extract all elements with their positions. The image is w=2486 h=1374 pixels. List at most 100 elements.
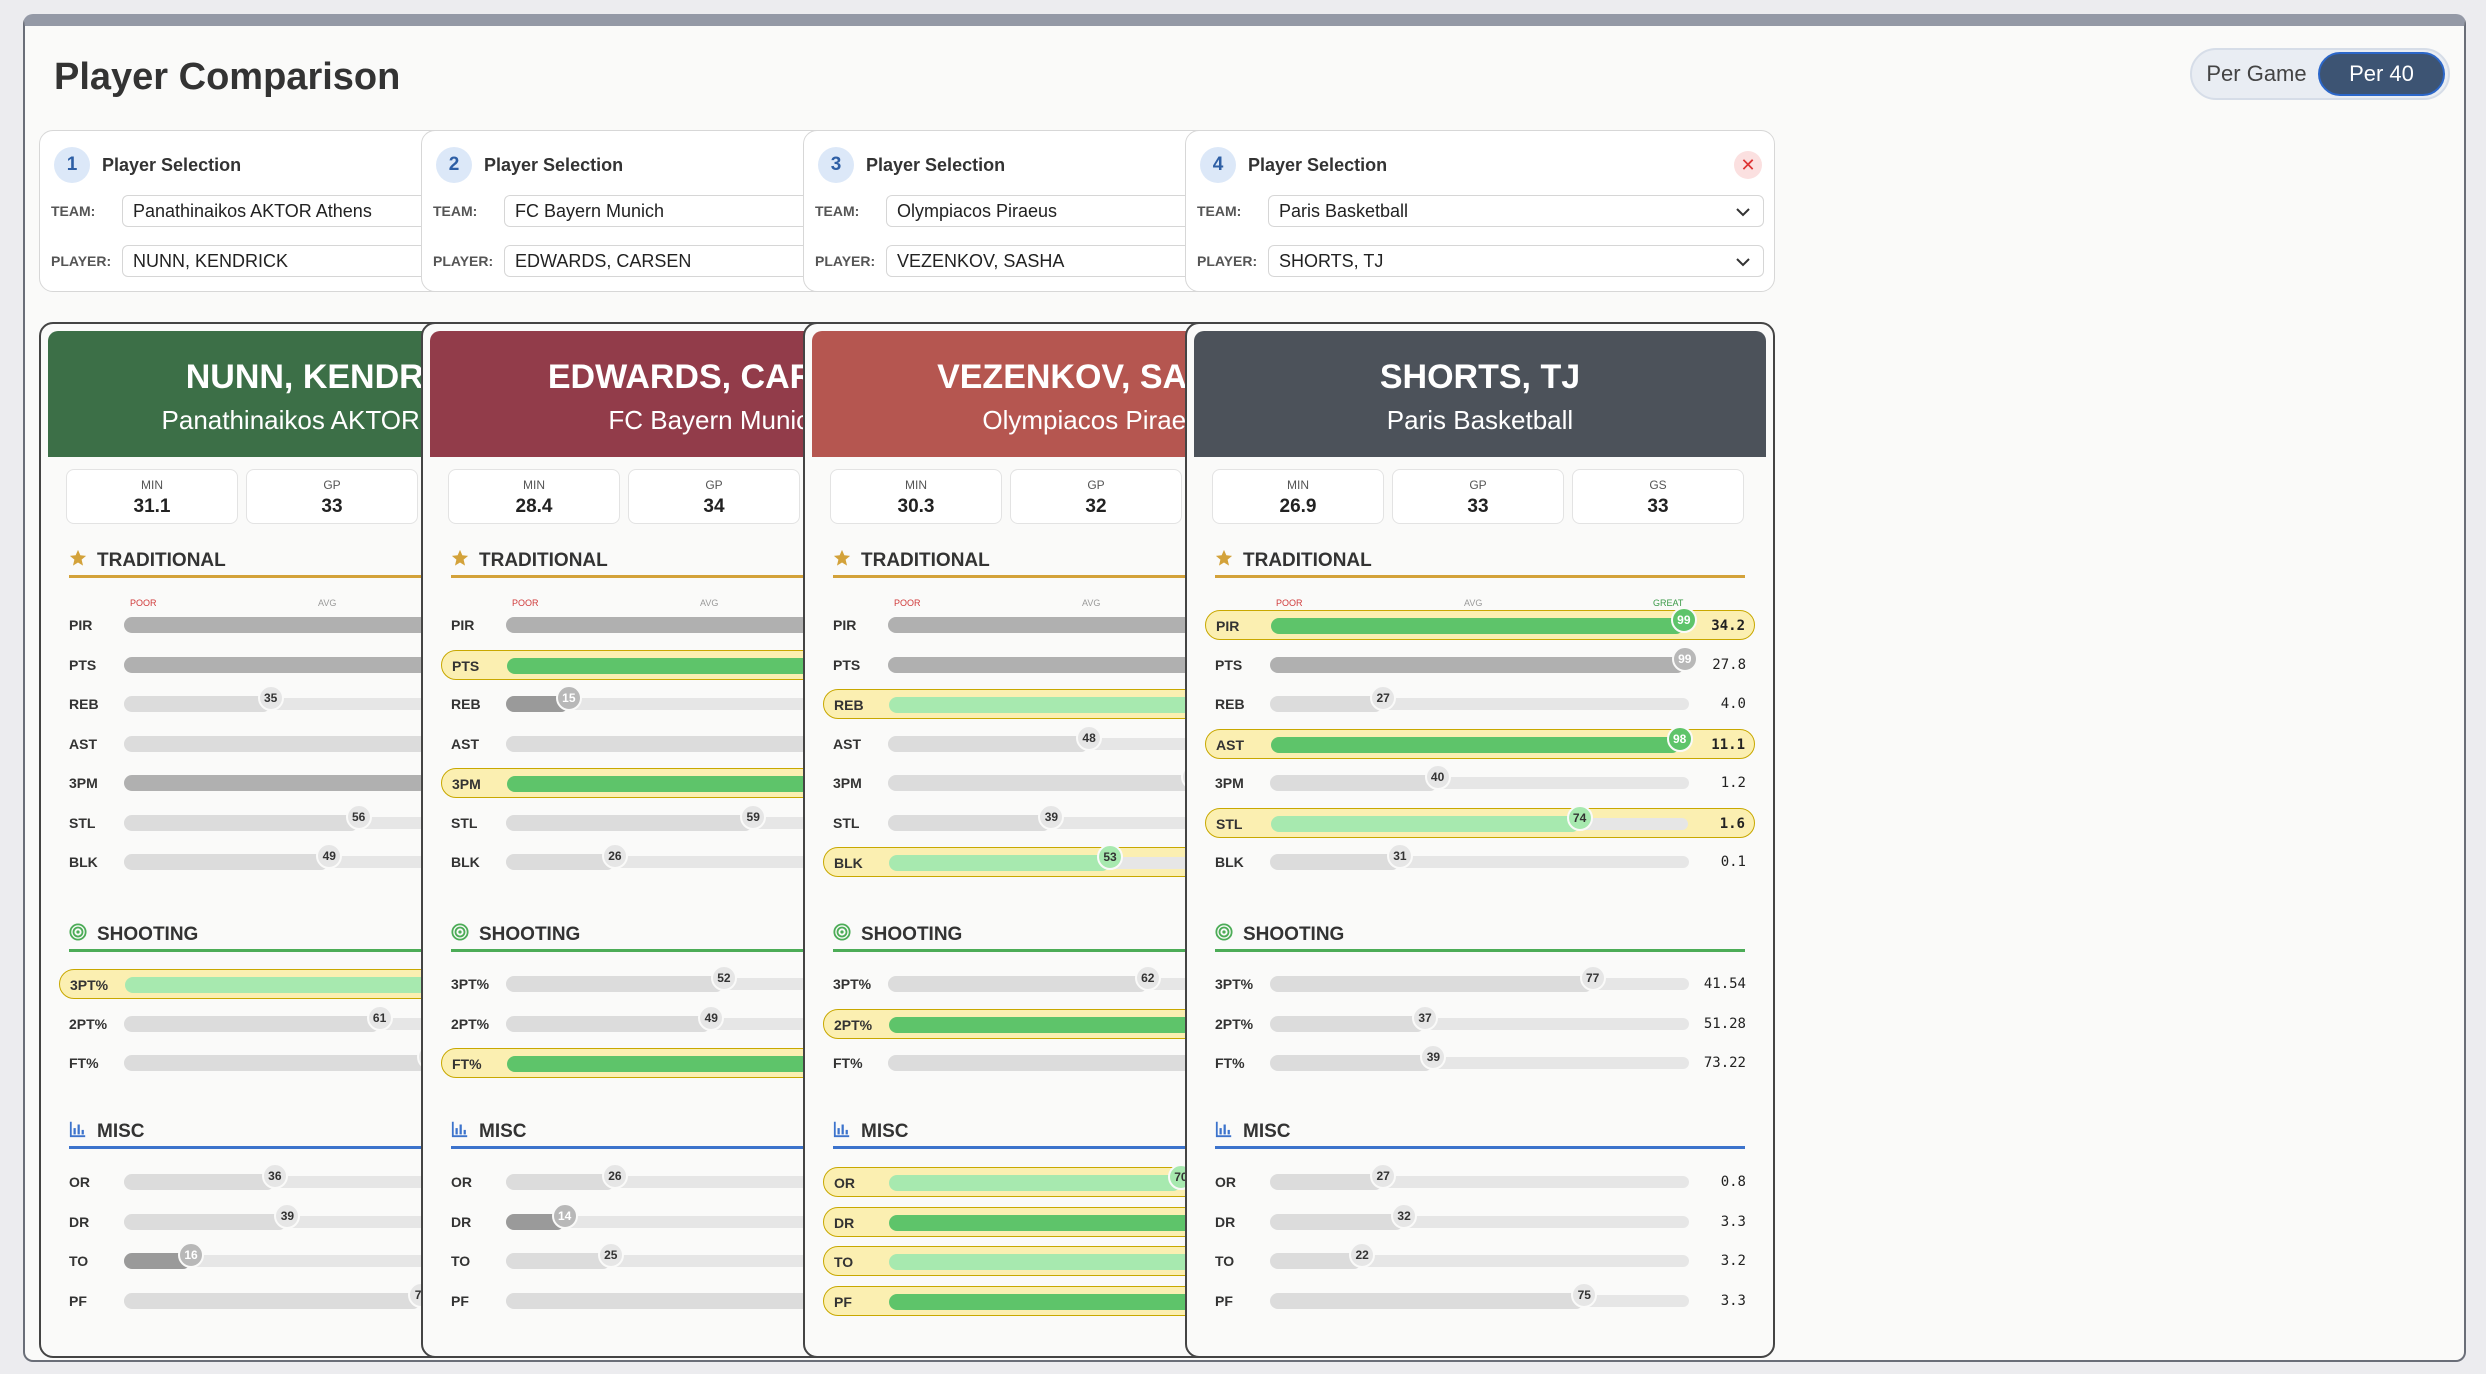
stat-label: 3PM — [833, 775, 862, 791]
stat-bar-fill — [506, 814, 754, 831]
target-icon — [451, 923, 469, 947]
team-select-value: FC Bayern Munich — [515, 200, 665, 221]
section-title-text: TRADITIONAL — [1243, 550, 1372, 571]
team-label: TEAM: — [1197, 203, 1242, 219]
stat-value: 11.1 — [1711, 736, 1745, 753]
stat-label: PIR — [69, 617, 93, 633]
stat-label: DR — [69, 1213, 90, 1230]
section-title-text: MISC — [97, 1121, 145, 1142]
stat-label: AST — [833, 735, 861, 752]
percentile-badge: 26 — [601, 843, 628, 869]
stat-label: OR — [451, 1174, 472, 1190]
stat-label: OR — [1215, 1174, 1236, 1190]
stat-bar-track: 39 — [1270, 1044, 1689, 1071]
stat-label: PTS — [1215, 656, 1243, 673]
star-icon — [1215, 549, 1233, 573]
stat-label: 2PT% — [69, 1015, 108, 1032]
section-traditional: TRADITIONAL — [451, 549, 608, 573]
percentile-badge: 75 — [1571, 1281, 1598, 1308]
stat-value: 3.3 — [1720, 1292, 1746, 1309]
section-title-text: SHOOTING — [861, 924, 963, 945]
percentile-badge: 49 — [316, 843, 343, 869]
stat-value: 3.3 — [1720, 1213, 1746, 1230]
stat-label: BLK — [834, 855, 863, 871]
target-icon — [833, 923, 851, 947]
stat-box-label: MIN — [1287, 478, 1309, 492]
section-misc: MISC — [1215, 1120, 1291, 1144]
percentile-badge: 53 — [1097, 844, 1123, 870]
stat-label: PIR — [833, 617, 857, 633]
star-icon — [69, 549, 87, 573]
percentile-badge: 39 — [1420, 1044, 1447, 1070]
stat-bar-track: 27 — [1270, 685, 1689, 712]
stat-bar-fill — [1270, 775, 1438, 791]
stat-bar-fill — [1270, 1292, 1585, 1309]
stat-label: 3PM — [452, 776, 481, 792]
team-label: TEAM: — [815, 203, 860, 219]
section-traditional: TRADITIONAL — [833, 549, 990, 573]
stat-bar-fill — [506, 735, 825, 752]
stat-box-value: 33 — [321, 496, 343, 517]
stat-bar-track: 99 — [1270, 645, 1698, 673]
stat-value: 73.22 — [1703, 1055, 1746, 1071]
stat-value: 51.28 — [1703, 1015, 1746, 1032]
remove-player-button[interactable]: ✕ — [1734, 151, 1762, 179]
stat-label: FT% — [833, 1055, 863, 1071]
percentile-badge: 16 — [178, 1242, 205, 1268]
stat-label: PTS — [69, 656, 97, 673]
target-icon — [69, 923, 87, 947]
stat-box-value: 28.4 — [515, 496, 553, 517]
stat-box-min: MIN 26.9 — [1212, 469, 1384, 524]
scale-poor: POOR — [894, 598, 921, 608]
percentile-badge: 62 — [1134, 965, 1161, 991]
stat-label: STL — [1216, 815, 1243, 832]
stat-box-gp: GP 33 — [246, 469, 418, 524]
page-title: Player Comparison — [54, 56, 401, 98]
stat-box-min: MIN 31.1 — [66, 469, 238, 524]
stat-row: 3PT% 77 41.54 — [1205, 965, 1755, 999]
stat-label: PIR — [1216, 618, 1240, 634]
player-select[interactable]: SHORTS, TJ — [1268, 245, 1764, 277]
stat-box-gp: GP 33 — [1392, 469, 1564, 524]
stat-bar-track: 32 — [1270, 1202, 1689, 1230]
stat-row: PF 75 3.3 — [1205, 1281, 1755, 1316]
player-select-value: NUNN, KENDRICK — [133, 250, 289, 271]
selection-header: 1 Player Selection — [54, 147, 241, 183]
selection-title: Player Selection — [484, 154, 624, 175]
percentile-badge: 14 — [551, 1202, 578, 1229]
stat-bar-fill — [1270, 1174, 1384, 1190]
section-title-text: MISC — [1243, 1121, 1291, 1142]
team-select[interactable]: Paris Basketball — [1268, 195, 1764, 227]
stat-box-min: MIN 30.3 — [830, 469, 1002, 524]
stat-label: OR — [69, 1174, 90, 1190]
stat-label: DR — [1215, 1213, 1236, 1230]
per-40-button[interactable]: Per 40 — [2318, 52, 2445, 96]
percentile-badge: 99 — [1670, 607, 1697, 633]
stat-box-label: GS — [1649, 478, 1667, 492]
stat-label: REB — [69, 696, 99, 712]
stat-box-value: 32 — [1085, 496, 1107, 517]
section-title-text: SHOOTING — [97, 924, 199, 945]
stat-bar-fill — [125, 977, 463, 993]
stat-label: TO — [451, 1253, 471, 1269]
stat-bar-fill — [124, 814, 359, 831]
section-title-text: TRADITIONAL — [97, 550, 226, 571]
stat-bar-fill — [506, 976, 724, 992]
stat-box-gp: GP 34 — [628, 469, 800, 524]
stat-bar-fill — [124, 735, 468, 752]
stat-value: 34.2 — [1711, 618, 1745, 634]
stat-row: FT% 39 73.22 — [1205, 1044, 1755, 1078]
stat-value: 27.8 — [1712, 656, 1746, 673]
stat-box-value: 33 — [1467, 496, 1489, 517]
stat-label: PF — [1215, 1292, 1233, 1309]
stat-bar-fill — [1271, 618, 1684, 634]
stat-bar-fill — [1270, 854, 1400, 870]
stat-label: 3PT% — [451, 976, 490, 992]
percentile-badge: 59 — [740, 803, 767, 830]
stat-bar-track: 40 — [1270, 764, 1689, 791]
percentile-badge: 56 — [345, 803, 372, 830]
stat-value: 1.2 — [1720, 775, 1746, 791]
stat-label: FT% — [452, 1056, 482, 1072]
per-game-button[interactable]: Per Game — [2195, 52, 2318, 96]
stat-label: PF — [69, 1292, 87, 1309]
